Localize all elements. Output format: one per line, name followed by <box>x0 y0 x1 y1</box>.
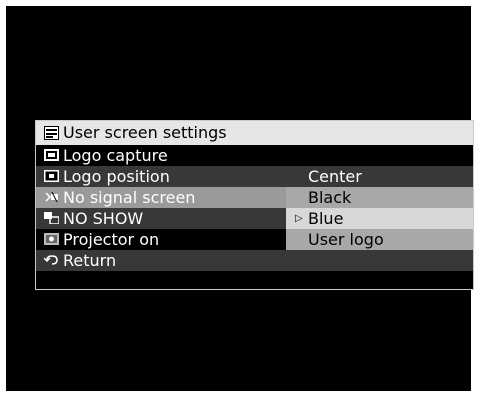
selected-arrow-icon: ▷ <box>295 213 303 224</box>
user-screen-settings-menu: User screen settings Logo capture Logo p… <box>35 120 474 290</box>
menu-item-logo-position[interactable]: Logo position Center <box>36 166 473 187</box>
menu-item-return[interactable]: Return <box>36 250 473 271</box>
menu-item-no-signal-screen[interactable]: No signal screen Black <box>36 187 473 208</box>
menu-title: User screen settings <box>63 123 227 142</box>
menu-item-label: Logo position <box>63 167 170 186</box>
menu-item-logo-capture[interactable]: Logo capture <box>36 145 473 166</box>
menu-title-bar: User screen settings <box>36 121 473 145</box>
option-blue[interactable]: ▷ Blue <box>286 208 473 229</box>
option-user-logo[interactable]: User logo <box>286 229 473 250</box>
option-label: Blue <box>308 209 344 228</box>
projector-screen: User screen settings Logo capture Logo p… <box>6 6 474 391</box>
menu-item-label: Return <box>63 251 117 270</box>
no-signal-icon <box>44 191 59 203</box>
menu-item-label: No signal screen <box>63 188 196 207</box>
menu-item-projector-on[interactable]: Projector on User logo <box>36 229 473 250</box>
menu-item-label: Logo capture <box>63 146 168 165</box>
menu-item-no-show[interactable]: NO SHOW ▷ Blue <box>36 208 473 229</box>
menu-item-label: Projector on <box>63 230 160 249</box>
menu-item-label: NO SHOW <box>63 209 144 228</box>
option-black[interactable]: Black <box>286 187 473 208</box>
no-show-icon <box>44 212 59 224</box>
logo-position-icon <box>44 170 59 182</box>
menu-footer <box>36 271 473 289</box>
logo-position-value: Center <box>308 167 362 186</box>
projector-on-icon <box>44 233 59 245</box>
menu-icon <box>44 126 59 140</box>
logo-capture-icon <box>44 149 59 161</box>
return-icon <box>44 254 59 266</box>
